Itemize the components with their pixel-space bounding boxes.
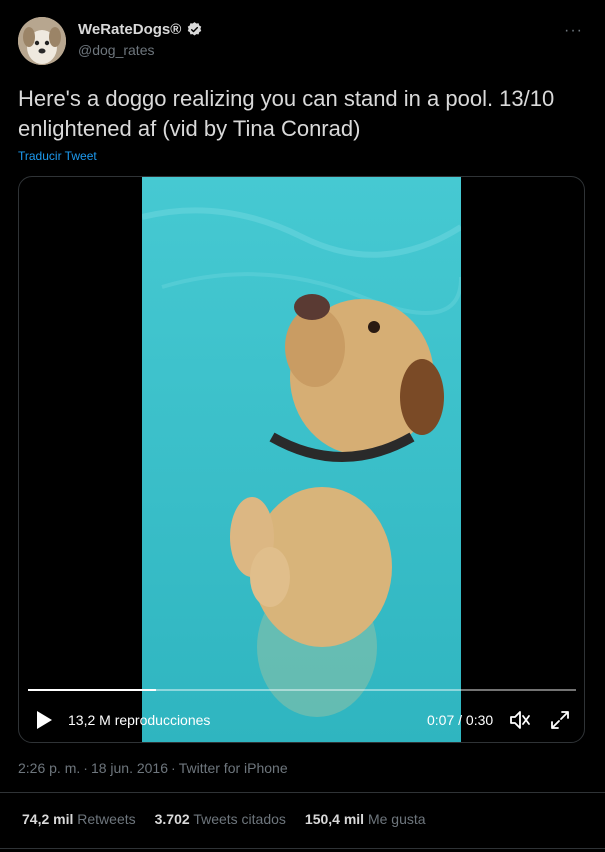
likes-label: Me gusta bbox=[367, 811, 426, 827]
video-frame[interactable] bbox=[142, 177, 461, 742]
video-progress-fill bbox=[28, 689, 156, 691]
video-progress-bar[interactable] bbox=[28, 689, 576, 691]
divider bbox=[0, 792, 605, 793]
translate-tweet-link[interactable]: Traducir Tweet bbox=[18, 149, 97, 163]
tweet-stats: 74,2 mil Retweets 3.702 Tweets citados 1… bbox=[22, 811, 426, 827]
video-time: 0:07 / 0:30 bbox=[427, 712, 494, 728]
video-player[interactable]: 13,2 M reproducciones 0:07 / 0:30 bbox=[18, 176, 585, 743]
tweet-date[interactable]: 18 jun. 2016 bbox=[91, 760, 168, 776]
meta-separator: · bbox=[83, 760, 88, 776]
tweet: WeRateDogs® @dog_rates ··· Here's a dogg… bbox=[0, 0, 605, 852]
tweet-meta: 2:26 p. m. · 18 jun. 2016 · Twitter for iPho… bbox=[18, 760, 288, 776]
author-name-row[interactable]: WeRateDogs® bbox=[78, 21, 203, 38]
retweets-count: 74,2 mil bbox=[22, 811, 74, 827]
retweets-stat[interactable]: 74,2 mil Retweets bbox=[22, 811, 136, 827]
author-handle[interactable]: @dog_rates bbox=[78, 42, 154, 58]
play-icon[interactable] bbox=[35, 710, 53, 730]
likes-stat[interactable]: 150,4 mil Me gusta bbox=[305, 811, 426, 827]
retweets-label: Retweets bbox=[77, 811, 136, 827]
divider bbox=[0, 848, 605, 849]
video-controls: 13,2 M reproducciones 0:07 / 0:30 bbox=[19, 705, 584, 735]
quotes-count: 3.702 bbox=[154, 811, 190, 827]
verified-badge-icon bbox=[186, 21, 203, 38]
display-name[interactable]: WeRateDogs® bbox=[78, 21, 181, 38]
more-icon[interactable]: ··· bbox=[564, 22, 583, 40]
fullscreen-icon[interactable] bbox=[549, 709, 571, 731]
tweet-time[interactable]: 2:26 p. m. bbox=[18, 760, 80, 776]
volume-icon[interactable] bbox=[508, 709, 532, 731]
likes-count: 150,4 mil bbox=[304, 811, 365, 827]
avatar[interactable] bbox=[18, 17, 66, 65]
quotes-stat[interactable]: 3.702 Tweets citados bbox=[155, 811, 286, 827]
meta-separator: · bbox=[171, 760, 176, 776]
tweet-source[interactable]: Twitter for iPhone bbox=[179, 760, 288, 776]
quotes-label: Tweets citados bbox=[193, 811, 286, 827]
view-count: 13,2 M reproducciones bbox=[68, 712, 211, 728]
tweet-text: Here's a doggo realizing you can stand i… bbox=[18, 86, 555, 141]
